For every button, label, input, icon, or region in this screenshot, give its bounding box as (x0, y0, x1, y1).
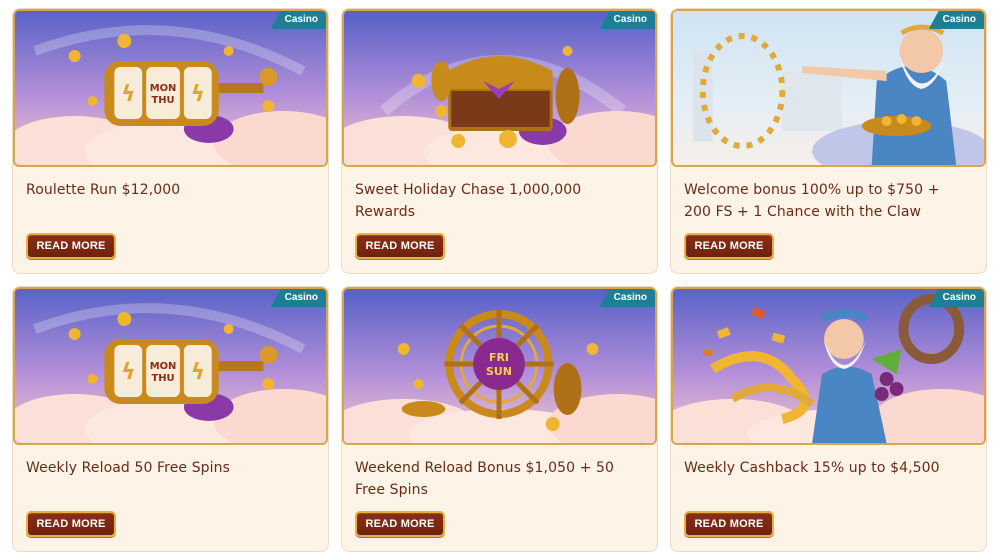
promo-banner-image[interactable]: MON THU ϟ ϟ Casino (13, 9, 328, 167)
slot-reels-illustration: MON THU ϟ ϟ (15, 289, 326, 443)
promo-title: Welcome bonus 100% up to $750 + 200 FS +… (684, 182, 940, 220)
wheel-text-sun: SUN (486, 365, 512, 378)
read-more-button[interactable]: READ MORE (355, 511, 445, 537)
promo-banner-image[interactable]: Casino (671, 9, 986, 167)
promo-card[interactable]: MON THU ϟ ϟ Casino Roulette Run $12,000 … (12, 8, 329, 274)
promo-title: Weekly Reload 50 Free Spins (26, 460, 231, 476)
promo-banner-image[interactable]: Casino (671, 287, 986, 445)
promo-title: Roulette Run $12,000 (26, 182, 181, 198)
read-more-button[interactable]: READ MORE (26, 233, 116, 259)
reel-text-mon: MON (150, 83, 177, 94)
svg-text:ϟ: ϟ (121, 360, 135, 385)
promo-card[interactable]: FRI SUN Casino Weekend Reload Bonus $1,0… (341, 286, 658, 552)
read-more-button[interactable]: READ MORE (355, 233, 445, 259)
reel-text-thu: THU (151, 95, 174, 106)
ship-wheel-illustration: FRI SUN (344, 289, 655, 443)
promo-title: Weekly Cashback 15% up to $4,500 (684, 460, 940, 476)
promo-banner-image[interactable]: MON THU ϟ ϟ Casino (13, 287, 328, 445)
read-more-button[interactable]: READ MORE (26, 511, 116, 537)
svg-text:ϟ: ϟ (191, 360, 205, 385)
zeus-gold-ribbons-illustration (673, 289, 984, 443)
wheel-text-fri: FRI (489, 351, 509, 364)
promo-title: Sweet Holiday Chase 1,000,000 Rewards (355, 182, 582, 220)
promo-banner-image[interactable]: FRI SUN Casino (342, 287, 657, 445)
read-more-button[interactable]: READ MORE (684, 511, 774, 537)
promo-card[interactable]: Casino Sweet Holiday Chase 1,000,000 Rew… (341, 8, 658, 274)
read-more-button[interactable]: READ MORE (684, 233, 774, 259)
promo-card[interactable]: MON THU ϟ ϟ Casino Weekly Reload 50 Free… (12, 286, 329, 552)
treasure-chest-illustration (344, 11, 655, 165)
svg-text:ϟ: ϟ (191, 82, 205, 107)
zeus-coin-ring-illustration (673, 11, 984, 165)
slot-reels-illustration: MON THU ϟ ϟ (15, 11, 326, 165)
reel-text-mon: MON (150, 361, 177, 372)
promo-card[interactable]: Casino Weekly Cashback 15% up to $4,500 … (670, 286, 987, 552)
promo-title: Weekend Reload Bonus $1,050 + 50 Free Sp… (355, 460, 615, 498)
promo-card[interactable]: Casino Welcome bonus 100% up to $750 + 2… (670, 8, 987, 274)
svg-text:ϟ: ϟ (121, 82, 135, 107)
promotions-grid: MON THU ϟ ϟ Casino Roulette Run $12,000 … (12, 8, 987, 552)
promo-banner-image[interactable]: Casino (342, 9, 657, 167)
reel-text-thu: THU (151, 373, 174, 384)
